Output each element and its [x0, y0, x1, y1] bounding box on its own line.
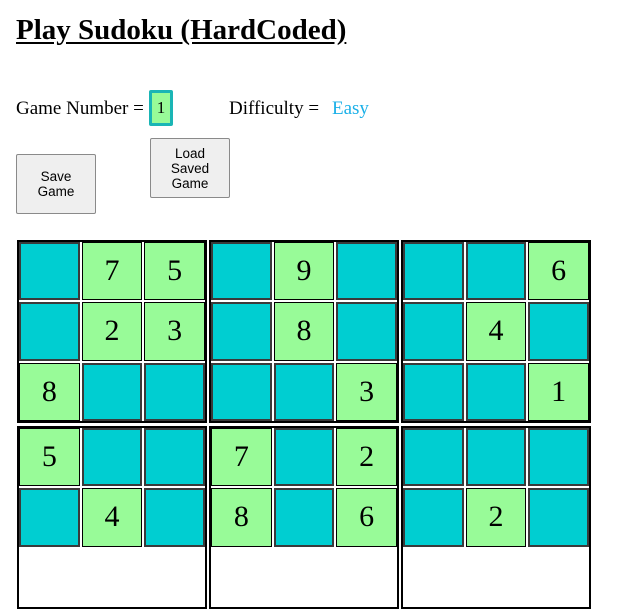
sudoku-empty-cell[interactable] [403, 428, 464, 487]
sudoku-given-cell: 6 [528, 242, 589, 301]
sudoku-given-cell: 2 [465, 488, 527, 547]
sudoku-given-cell: 3 [336, 362, 397, 421]
sudoku-given-cell: 1 [528, 362, 589, 421]
sudoku-given-cell: 7 [81, 242, 143, 301]
sudoku-box: 7 2 8 6 [209, 426, 399, 609]
sudoku-empty-cell[interactable] [403, 362, 464, 421]
sudoku-empty-cell[interactable] [81, 428, 143, 487]
sudoku-empty-cell[interactable] [336, 302, 397, 361]
sudoku-empty-cell[interactable] [465, 242, 527, 301]
sudoku-given-cell: 3 [144, 302, 205, 361]
sudoku-empty-cell[interactable] [144, 428, 205, 487]
sudoku-given-cell: 8 [273, 302, 335, 361]
sudoku-offscreen-cell [82, 549, 143, 607]
sudoku-empty-cell[interactable] [528, 302, 589, 361]
sudoku-given-cell: 5 [19, 428, 80, 487]
sudoku-offscreen-cell [403, 549, 464, 607]
sudoku-empty-cell[interactable] [81, 362, 143, 421]
sudoku-empty-cell[interactable] [19, 242, 80, 301]
sudoku-offscreen-cell [211, 549, 272, 607]
sudoku-box: 983 [209, 240, 399, 423]
sudoku-empty-cell[interactable] [273, 428, 335, 487]
sudoku-empty-cell[interactable] [465, 362, 527, 421]
sudoku-box: 7523 8 [17, 240, 207, 423]
sudoku-empty-cell[interactable] [528, 488, 589, 547]
sudoku-offscreen-cell [528, 549, 589, 607]
difficulty-label: Difficulty = [229, 98, 320, 119]
sudoku-offscreen-cell [336, 549, 397, 607]
sudoku-empty-cell[interactable] [465, 428, 527, 487]
sudoku-box: 2 [401, 426, 591, 609]
sudoku-offscreen-cell [19, 549, 80, 607]
sudoku-given-cell: 2 [81, 302, 143, 361]
sudoku-empty-cell[interactable] [211, 302, 272, 361]
game-number-label: Game Number = [16, 98, 144, 119]
sudoku-given-cell: 9 [273, 242, 335, 301]
sudoku-given-cell: 4 [81, 488, 143, 547]
sudoku-given-cell: 2 [336, 428, 397, 487]
sudoku-given-cell: 7 [211, 428, 272, 487]
sudoku-given-cell: 5 [144, 242, 205, 301]
sudoku-offscreen-cell [274, 549, 335, 607]
sudoku-empty-cell[interactable] [144, 362, 205, 421]
sudoku-offscreen-cell [466, 549, 527, 607]
sudoku-box: 54 [17, 426, 207, 609]
sudoku-empty-cell[interactable] [19, 488, 80, 547]
sudoku-empty-cell[interactable] [273, 362, 335, 421]
sudoku-given-cell: 8 [211, 488, 272, 547]
sudoku-empty-cell[interactable] [144, 488, 205, 547]
sudoku-box: 641 [401, 240, 591, 423]
page-title: Play Sudoku (HardCoded) [16, 14, 347, 46]
difficulty-value[interactable]: Easy [332, 98, 369, 120]
sudoku-empty-cell[interactable] [336, 242, 397, 301]
sudoku-empty-cell[interactable] [19, 302, 80, 361]
sudoku-given-cell: 4 [465, 302, 527, 361]
sudoku-empty-cell[interactable] [211, 242, 272, 301]
sudoku-empty-cell[interactable] [273, 488, 335, 547]
load-saved-game-button[interactable]: Load Saved Game [150, 138, 230, 198]
sudoku-given-cell: 8 [19, 362, 80, 421]
sudoku-offscreen-cell [144, 549, 205, 607]
sudoku-given-cell: 6 [336, 488, 397, 547]
sudoku-empty-cell[interactable] [403, 488, 464, 547]
save-game-button[interactable]: Save Game [16, 154, 96, 214]
sudoku-empty-cell[interactable] [211, 362, 272, 421]
game-number-input[interactable] [149, 90, 173, 126]
sudoku-empty-cell[interactable] [403, 242, 464, 301]
sudoku-empty-cell[interactable] [528, 428, 589, 487]
sudoku-empty-cell[interactable] [403, 302, 464, 361]
